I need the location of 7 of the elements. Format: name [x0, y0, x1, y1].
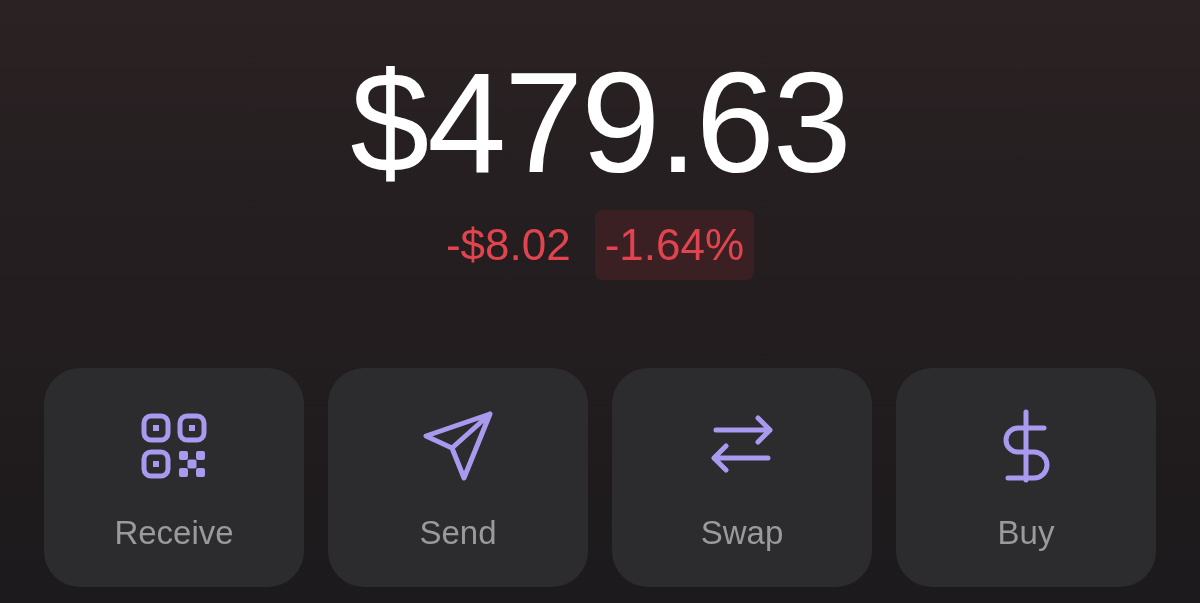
change-percent: -1.64% [594, 210, 755, 280]
action-button[interactable]: Swap [612, 368, 872, 587]
balance-amount: $479.63 [350, 52, 850, 194]
action-button[interactable]: Receive [44, 368, 304, 587]
action-button[interactable]: Buy [896, 368, 1156, 587]
action-button[interactable]: Send [328, 368, 588, 587]
change-amount: -$8.02 [445, 219, 571, 271]
